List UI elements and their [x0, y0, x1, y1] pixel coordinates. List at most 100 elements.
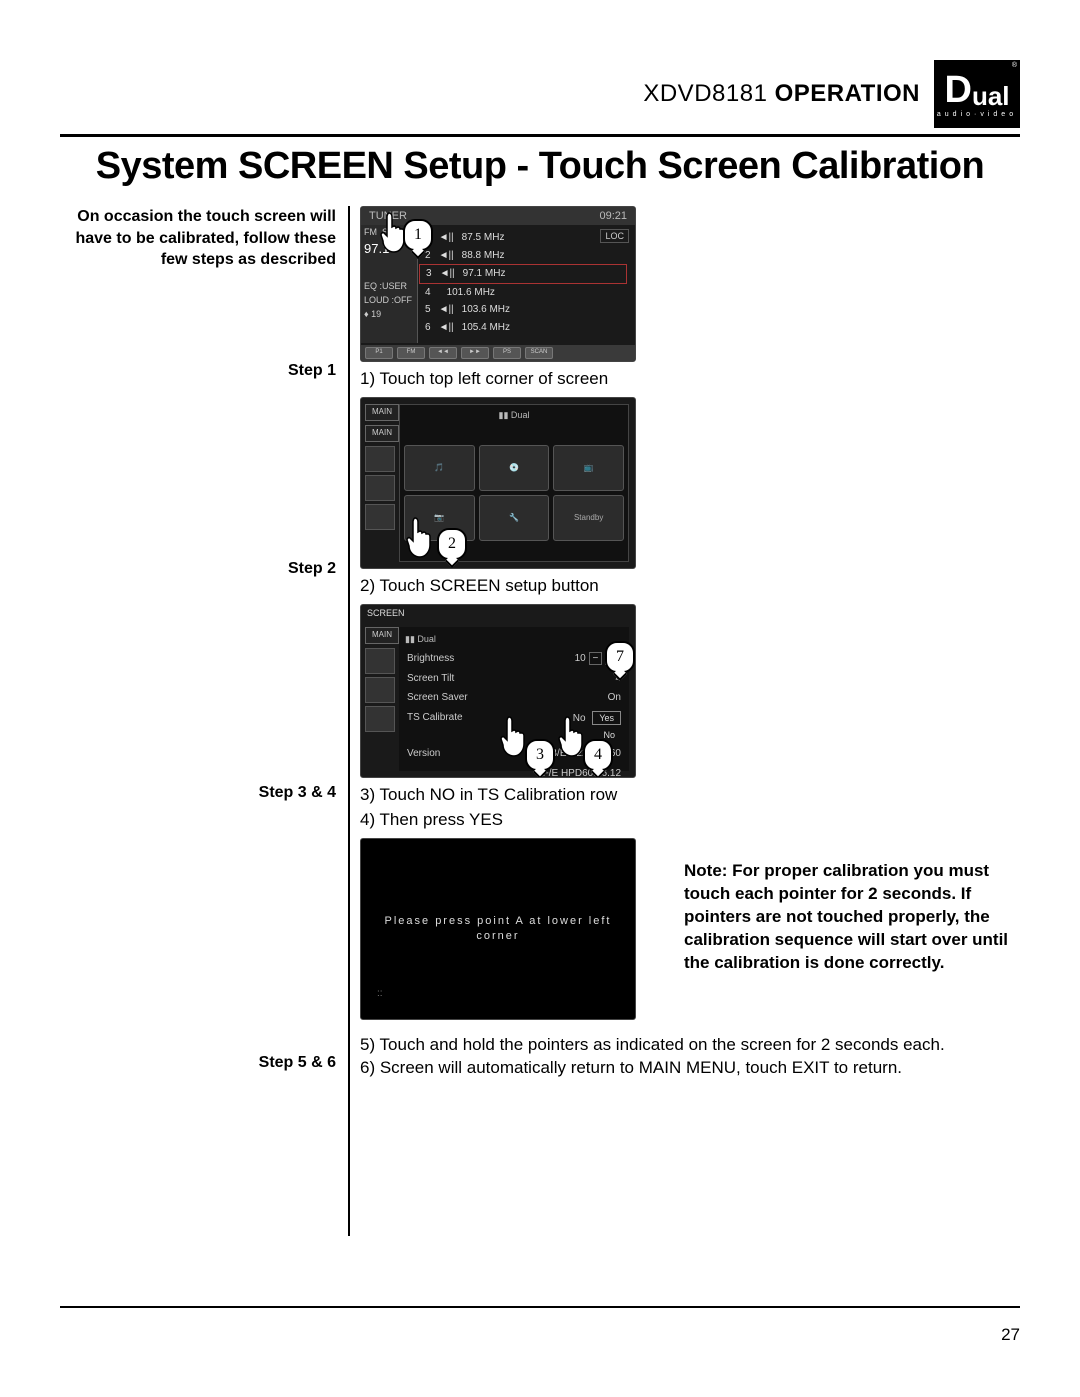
eq-label: EQ :USER: [361, 279, 417, 293]
page-number: 27: [1001, 1325, 1020, 1345]
side-icon: [365, 648, 395, 674]
callout-bubble: 2: [437, 528, 467, 560]
dual-mini-logo: ▮▮ Dual: [404, 409, 624, 421]
content-area: On occasion the touch screen will have t…: [60, 206, 1020, 1266]
step5-text: 5) Touch and hold the pointers as indica…: [360, 1034, 1080, 1057]
bot-btn: ►►: [461, 347, 489, 359]
bubble-num: 2: [448, 533, 456, 555]
yes-button: Yes: [592, 711, 621, 725]
row-label: Brightness: [407, 652, 454, 666]
side-icon: [365, 706, 395, 732]
vertical-divider: [348, 206, 350, 1236]
model-number: XDVD8181: [643, 80, 767, 107]
callout-bubble: 7: [605, 641, 635, 673]
preset-row: 4 101.6 MHz: [419, 284, 627, 302]
preset-freq: 88.8 MHz: [462, 249, 505, 263]
row-label: Screen Saver: [407, 691, 468, 705]
bot-btn: P1: [365, 347, 393, 359]
row-value: 10: [575, 653, 586, 664]
footer-rule: [60, 1306, 1020, 1308]
menu-tile-standby: Standby: [553, 495, 624, 541]
row-label: Screen Tilt: [407, 672, 454, 686]
shot3-sidebar: MAIN: [365, 627, 399, 735]
step56-label: Step 5 & 6: [60, 1052, 336, 1074]
callout-bubble: 1: [403, 219, 433, 251]
callout-bubble: 3: [525, 739, 555, 771]
pointer-hand-icon: [405, 516, 435, 560]
shot2-mainbuttons: MAIN MAIN: [365, 404, 399, 533]
side-icon: [365, 504, 395, 530]
preset-num: 2: [425, 249, 431, 263]
dual-mini-logo: ▮▮ Dual: [405, 633, 623, 645]
main-chip: MAIN: [365, 627, 399, 644]
page-header: XDVD8181 OPERATION ® D ual audio·video: [60, 60, 1020, 128]
row-value: On: [608, 691, 621, 705]
main-chip: MAIN: [365, 404, 399, 421]
bot-btn: SCAN: [525, 347, 553, 359]
step4-text: 4) Then press YES: [360, 809, 1080, 832]
preset-freq: 105.4 MHz: [462, 321, 510, 335]
step2-text: 2) Touch SCREEN setup button: [360, 575, 1080, 598]
row-value: F/E HPD60.06.12: [543, 767, 621, 778]
step2-label: Step 2: [60, 558, 336, 580]
preset-row: 2◄||88.8 MHz: [419, 247, 627, 265]
step3-text: 3) Touch NO in TS Calibration row: [360, 784, 1080, 807]
intro-text: On occasion the touch screen will have t…: [60, 206, 336, 271]
settings-row: Screen Saver On: [405, 688, 623, 708]
bot-btn: FM: [397, 347, 425, 359]
logo-wordmark: D ual: [944, 71, 1009, 109]
logo-ual: ual: [972, 83, 1010, 109]
header-text: XDVD8181 OPERATION: [643, 80, 920, 108]
screenshot-mainmenu: MAIN MAIN ▮▮ Dual 🎵 💿 📺 📷 🔧 Standby: [360, 397, 636, 569]
step1-text: 1) Touch top left corner of screen: [360, 368, 1080, 391]
bubble-num: 3: [536, 744, 544, 766]
step6-text: 6) Screen will automatically return to M…: [360, 1057, 1080, 1080]
menu-tile: 🔧: [479, 495, 550, 541]
calibration-dot: ::: [377, 987, 383, 1001]
calibration-msg: Please press point A at lower left corne…: [361, 914, 635, 944]
side-icon: [365, 446, 395, 472]
side-icon: [365, 677, 395, 703]
left-column: On occasion the touch screen will have t…: [60, 206, 336, 283]
section-name: OPERATION: [775, 80, 920, 107]
page-title: System SCREEN Setup - Touch Screen Calib…: [60, 145, 1020, 188]
clock: 09:21: [599, 209, 627, 224]
preset-num: 4: [425, 286, 431, 300]
vol-label: ♦ 19: [361, 307, 417, 321]
step1-label: Step 1: [60, 360, 336, 382]
header-rule: [60, 134, 1020, 137]
callout-bubble: 4: [583, 739, 613, 771]
preset-row: 1◄||87.5 MHz: [419, 229, 627, 247]
preset-num: 5: [425, 303, 431, 317]
preset-freq: 101.6 MHz: [447, 286, 495, 300]
menu-tile: 🎵: [404, 445, 475, 491]
preset-num: 3: [426, 267, 432, 281]
bubble-num: 4: [594, 744, 602, 766]
screenshot-tuner: TUNER 09:21 FM ST 97.1 EQ :USER LOUD :OF…: [360, 206, 636, 362]
preset-freq: 103.6 MHz: [462, 303, 510, 317]
registered-icon: ®: [1012, 62, 1017, 69]
menu-tile: 📺: [553, 445, 624, 491]
dual-logo: ® D ual audio·video: [934, 60, 1020, 128]
bot-btn: PS: [493, 347, 521, 359]
logo-subtext: audio·video: [937, 111, 1017, 118]
band-label: FM: [364, 227, 377, 237]
loud-label: LOUD :OFF: [361, 293, 417, 307]
settings-row: Brightness 10 − +: [405, 649, 623, 669]
preset-num: 6: [425, 321, 431, 335]
bot-btn: ◄◄: [429, 347, 457, 359]
logo-d: D: [944, 71, 971, 109]
manual-page: XDVD8181 OPERATION ® D ual audio·video S…: [0, 0, 1080, 1397]
shot1-bottombar: P1 FM ◄◄ ►► PS SCAN: [361, 345, 635, 361]
preset-freq: 87.5 MHz: [462, 231, 505, 245]
row-label: Version: [407, 747, 440, 761]
calibration-note: Note: For proper calibration you must to…: [684, 860, 1030, 975]
preset-row-selected: 3◄||97.1 MHz: [419, 264, 627, 284]
main-chip: MAIN: [365, 425, 399, 442]
bubble-num: 7: [616, 646, 624, 668]
screen-tab: SCREEN: [361, 605, 635, 621]
screenshot-screensetup: SCREEN MAIN ▮▮ Dual Brightness 10 − + Sc…: [360, 604, 636, 778]
screenshot-calibration: Please press point A at lower left corne…: [360, 838, 636, 1020]
step34-label: Step 3 & 4: [60, 782, 336, 804]
preset-row: 5◄||103.6 MHz: [419, 301, 627, 319]
